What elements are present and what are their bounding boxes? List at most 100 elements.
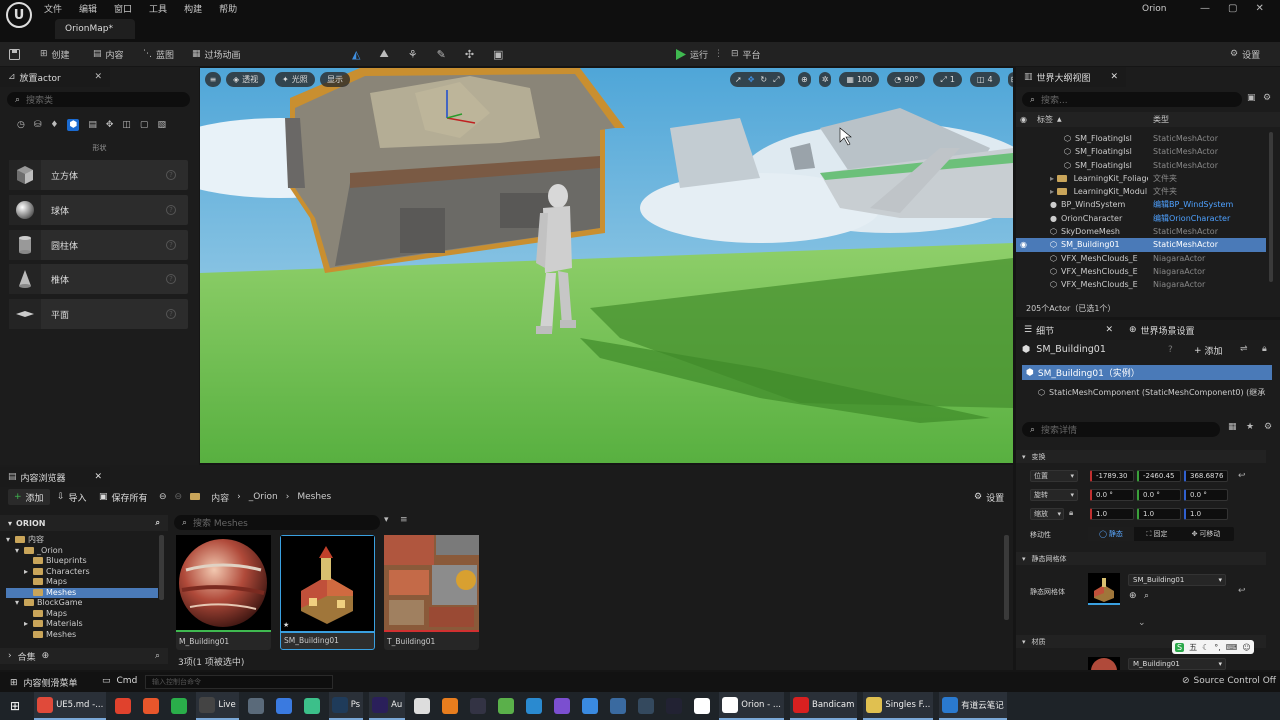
- folder-tree-item[interactable]: ▸ Materials: [6, 619, 158, 630]
- rotate-tool-icon[interactable]: ↻: [760, 75, 767, 84]
- scale-lock-icon[interactable]: 🔒︎: [1069, 508, 1073, 518]
- scale-dropdown[interactable]: 缩放 ▾: [1030, 508, 1064, 520]
- outliner-tab[interactable]: ▥ 世界大纲视图 ✕: [1016, 67, 1126, 87]
- dropdown-icon[interactable]: ▾: [384, 515, 389, 525]
- menu-tools[interactable]: 工具: [149, 2, 167, 15]
- menu-build[interactable]: 构建: [184, 2, 202, 15]
- help-icon[interactable]: ?: [166, 309, 176, 319]
- console-input[interactable]: 输入控制台命令: [145, 675, 333, 689]
- viewport-menu-button[interactable]: ≡: [205, 72, 221, 87]
- help-icon[interactable]: ?: [166, 205, 176, 215]
- help-icon[interactable]: ?: [166, 240, 176, 250]
- add-component-button[interactable]: + 添加: [1194, 344, 1223, 358]
- cinematic-icon[interactable]: ▤: [88, 120, 97, 130]
- viewport-scene[interactable]: [200, 68, 1013, 463]
- outliner-row[interactable]: ▸ LearningKit_Modul 文件夹: [1016, 185, 1266, 198]
- breadcrumb-content[interactable]: 内容: [211, 491, 229, 504]
- surface-snap-icon[interactable]: ✲: [818, 72, 832, 87]
- content-drawer-button[interactable]: ⊞ 内容侧滑菜单: [10, 676, 78, 690]
- taskbar-app[interactable]: [663, 692, 685, 720]
- import-button[interactable]: ⇩ 导入: [57, 489, 87, 505]
- expand-chevron-icon[interactable]: ⌄: [1138, 618, 1146, 628]
- visual-effects-icon[interactable]: ✥: [106, 120, 114, 130]
- shape-item-cone[interactable]: 椎体 ?: [9, 264, 188, 294]
- maximize-viewport-icon[interactable]: ⊞: [1007, 72, 1013, 87]
- collections-header[interactable]: › 合集 ⊕ ⌕: [0, 648, 168, 664]
- help-icon[interactable]: ?: [1168, 345, 1173, 355]
- reset-arrow-icon[interactable]: ↩: [1238, 471, 1246, 481]
- material-thumbnail[interactable]: [1088, 657, 1120, 670]
- reset-arrow-icon[interactable]: ↩: [1238, 586, 1246, 596]
- taskbar-app[interactable]: [579, 692, 601, 720]
- location-x-field[interactable]: -1789.30: [1090, 470, 1134, 482]
- taskbar-app[interactable]: [168, 692, 190, 720]
- class-search-input[interactable]: ⌕ 搜索类: [7, 92, 190, 107]
- folder-tree-item[interactable]: Blueprints: [6, 556, 158, 567]
- volumes-icon[interactable]: ◫: [122, 120, 131, 130]
- outliner-row[interactable]: ◉ ⬡ SM_Building01 StaticMeshActor: [1016, 238, 1266, 252]
- folder-tree-item[interactable]: Meshes: [6, 587, 158, 598]
- folder-tree-item[interactable]: ▾ BlockGame: [6, 598, 158, 609]
- unreal-logo-icon[interactable]: U: [6, 2, 32, 28]
- taskbar-app[interactable]: [273, 692, 295, 720]
- taskbar-app[interactable]: [607, 692, 629, 720]
- filter-icon[interactable]: ≡: [400, 515, 408, 525]
- edit-blueprint-link[interactable]: 编辑BP_WindSystem: [1153, 198, 1233, 211]
- details-tab[interactable]: ☰ 细节 ✕: [1016, 324, 1121, 337]
- taskbar-app[interactable]: [301, 692, 323, 720]
- details-search-input[interactable]: ⌕ 搜索详情: [1022, 422, 1220, 437]
- camera-speed-button[interactable]: ◫ 4: [969, 72, 1000, 87]
- punctuation-icon[interactable]: °,: [1214, 643, 1221, 652]
- taskbar-app[interactable]: Bandicam: [790, 692, 858, 720]
- instance-row[interactable]: ⬢ SM_Building01（实例）: [1022, 365, 1272, 380]
- help-icon[interactable]: ?: [166, 170, 176, 180]
- folder-tree-item[interactable]: Meshes: [6, 630, 158, 641]
- visibility-eye-icon[interactable]: ◉: [1020, 238, 1027, 251]
- cb-settings-button[interactable]: ⚙ 设置: [974, 489, 1004, 505]
- outliner-row[interactable]: ● BP_WindSystem 编辑BP_WindSystem: [1016, 198, 1266, 211]
- taskbar-app[interactable]: [551, 692, 573, 720]
- grid-view-icon[interactable]: ▦: [1228, 422, 1237, 432]
- taskbar-app[interactable]: Singles F...: [863, 692, 934, 720]
- menu-file[interactable]: 文件: [44, 2, 62, 15]
- rotation-z-field[interactable]: 0.0 °: [1184, 489, 1228, 501]
- asset-scrollbar[interactable]: [1004, 535, 1009, 620]
- close-tab-icon[interactable]: ✕: [1110, 72, 1118, 82]
- ime-mode[interactable]: 五: [1189, 642, 1197, 653]
- cmd-button[interactable]: ▭ Cmd: [102, 676, 137, 686]
- play-options-icon[interactable]: ⋮: [714, 49, 723, 59]
- shape-item-cube[interactable]: 立方体 ?: [9, 160, 188, 190]
- maximize-button[interactable]: ▢: [1228, 3, 1237, 14]
- location-z-field[interactable]: 368.6876: [1184, 470, 1228, 482]
- breadcrumb-meshes[interactable]: Meshes: [297, 492, 331, 502]
- ime-logo-icon[interactable]: S: [1175, 642, 1185, 652]
- component-row[interactable]: ⬡ StaticMeshComponent (StaticMeshCompone…: [1038, 387, 1274, 398]
- add-folder-icon[interactable]: ▣: [1247, 93, 1256, 103]
- taskbar-app[interactable]: [467, 692, 489, 720]
- help-icon[interactable]: ?: [166, 274, 176, 284]
- outliner-row[interactable]: ⬡ SM_FloatingIsl StaticMeshActor: [1016, 145, 1266, 158]
- rotation-dropdown[interactable]: 旋转 ▾: [1030, 489, 1078, 501]
- translate-tool-icon[interactable]: ✥: [748, 75, 755, 84]
- gear-icon[interactable]: ⚙: [1263, 93, 1271, 103]
- search-icon[interactable]: ⌕: [155, 651, 160, 661]
- taskbar-app[interactable]: Ps: [328, 692, 364, 720]
- edit-blueprint-link[interactable]: 编辑OrionCharacter: [1153, 212, 1230, 225]
- taskbar-app[interactable]: UE5.md -...: [34, 692, 107, 720]
- outliner-row[interactable]: ⬡ SM_FloatingIsl StaticMeshActor: [1016, 132, 1266, 145]
- more-icon[interactable]: ▧: [157, 120, 166, 130]
- place-actors-tab[interactable]: ⊿ 放置actor ✕: [0, 67, 110, 87]
- visibility-eye-icon[interactable]: ◉: [1020, 115, 1027, 124]
- expand-arrow-icon[interactable]: ▸: [24, 567, 33, 578]
- scale-tool-icon[interactable]: ⤢: [773, 75, 779, 85]
- taskbar-app[interactable]: 有道云笔记: [939, 692, 1007, 720]
- folder-tree-item[interactable]: ▸ Characters: [6, 567, 158, 578]
- rotation-y-field[interactable]: 0.0 °: [1137, 489, 1181, 501]
- outliner-row[interactable]: ⬡ VFX_MeshClouds_E NiagaraActor: [1016, 252, 1266, 265]
- breadcrumb-orion[interactable]: _Orion: [249, 492, 278, 502]
- mobility-static-option[interactable]: ◯ 静态: [1088, 527, 1134, 541]
- close-tab-icon[interactable]: ✕: [94, 472, 102, 482]
- source-tree-header[interactable]: ▾ ORION ⌕: [0, 515, 168, 531]
- windows-start-icon[interactable]: ⊞: [10, 699, 20, 713]
- shape-item-cylinder[interactable]: 圆柱体 ?: [9, 230, 188, 260]
